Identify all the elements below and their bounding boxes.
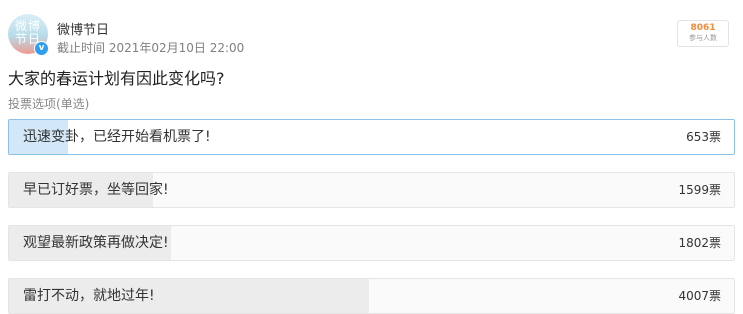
poll-option-2[interactable]: 早已订好票，坐等回家! 1599票	[8, 172, 735, 208]
vote-type-label: 投票选项(单选)	[8, 97, 90, 111]
poll-option-1[interactable]: 迅速变卦，已经开始看机票了! 653票	[8, 119, 735, 155]
verified-badge-icon: v	[34, 41, 49, 56]
poll-option-count: 653票	[686, 130, 721, 144]
participants-label: 参与人数	[689, 34, 717, 42]
poll-option-count: 4007票	[678, 289, 721, 303]
participants-count: 8061	[690, 23, 716, 33]
poll-option-label: 早已订好票，坐等回家!	[23, 182, 169, 198]
deadline-text: 截止时间 2021年02月10日 22:00	[57, 41, 245, 55]
poll-option-label: 迅速变卦，已经开始看机票了!	[23, 129, 211, 145]
poll-option-3[interactable]: 观望最新政策再做决定! 1802票	[8, 225, 735, 261]
poll-question: 大家的春运计划有因此变化吗?	[8, 69, 225, 88]
account-name[interactable]: 微博节日	[57, 19, 109, 38]
poll-option-count: 1599票	[678, 183, 721, 197]
poll-option-label: 雷打不动，就地过年!	[23, 288, 155, 304]
participants-badge: 8061 参与人数	[677, 20, 729, 47]
poll-option-count: 1802票	[678, 236, 721, 250]
poll-option-4[interactable]: 雷打不动，就地过年! 4007票	[8, 278, 735, 314]
poll-option-label: 观望最新政策再做决定!	[23, 235, 169, 251]
